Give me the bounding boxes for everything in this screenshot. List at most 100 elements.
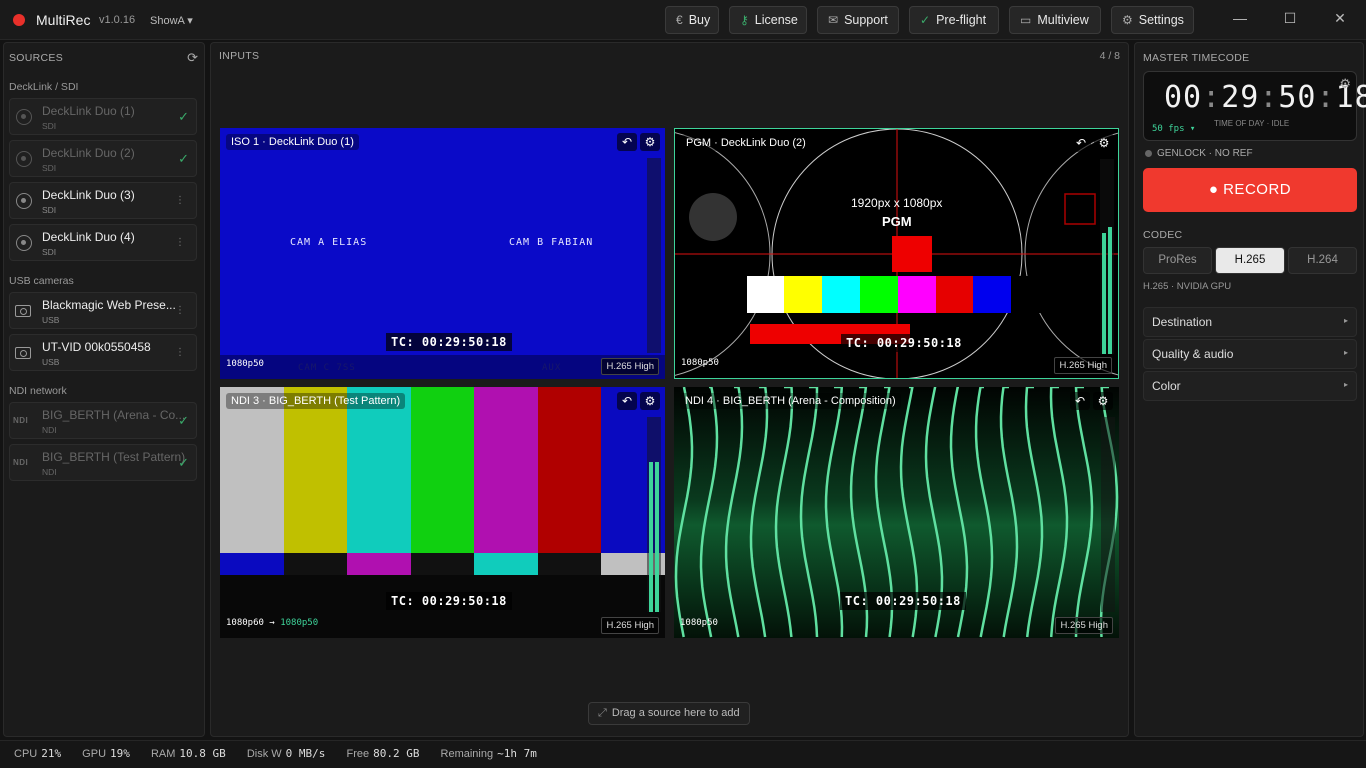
app-logo-icon (13, 14, 25, 26)
input-tile[interactable]: NDI 3 · BIG_BERTH (Test Pattern) ↶ ⚙ TC:… (220, 387, 665, 638)
input-tile[interactable]: 1920px x 1080px PGM PGM · DeckLink Duo (… (674, 128, 1119, 379)
source-item[interactable]: NDI BIG_BERTH (Arena - Co... NDI ✓ (9, 402, 197, 439)
chevron-right-icon: ▸ (1343, 348, 1348, 357)
source-type: USB (42, 315, 60, 325)
inputs-title: INPUTS (219, 50, 260, 62)
source-item[interactable]: NDI BIG_BERTH (Test Pattern) NDI ✓ (9, 444, 197, 481)
monitor-icon: ▭ (1020, 13, 1032, 27)
free-label: Free (346, 748, 370, 760)
source-name: DeckLink Duo (3) (42, 188, 135, 202)
gear-icon[interactable]: ⚙ (1339, 76, 1351, 92)
gear-icon[interactable]: ⚙ (1094, 134, 1114, 152)
close-icon[interactable]: ✕ (1330, 10, 1350, 27)
license-button[interactable]: ⚷ License (729, 6, 807, 34)
source-name: UT-VID 00k0550458 (42, 340, 151, 354)
audio-meter (1100, 159, 1114, 354)
settings-button[interactable]: ⚙ Settings (1111, 6, 1194, 34)
drop-hint[interactable]: ⤢ Drag a source here to add (588, 702, 750, 725)
input-tile[interactable]: CAM A ELIAS CAM B FABIAN CAM C 7SS AUX I… (220, 128, 665, 379)
timecode-overlay: TC: 00:29:50:18 (841, 334, 967, 352)
source-item[interactable]: Blackmagic Web Prese... USB ⋮ (9, 292, 197, 329)
more-icon[interactable]: ⋮ (175, 347, 185, 358)
codec-h265-button[interactable]: H.265 (1215, 247, 1285, 274)
remaining-label: Remaining (440, 748, 494, 760)
reset-icon[interactable]: ↶ (617, 133, 637, 151)
source-type: SDI (42, 163, 57, 173)
format-label: 1080p50 (681, 358, 719, 368)
control-panel: MASTER TIMECODE 00:29:50:18 50 fps ▾ TIM… (1134, 42, 1366, 737)
source-item[interactable]: UT-VID 00k0550458 USB ⋮ (9, 334, 197, 371)
more-icon[interactable]: ⋮ (175, 305, 185, 316)
timecode-display: 00:29:50:18 50 fps ▾ TIME OF DAY · IDLE … (1143, 71, 1366, 141)
audio-meter (1101, 417, 1115, 612)
multiview-button[interactable]: ▭ Multiview (1009, 6, 1101, 34)
sources-panel: SOURCES ⟳ DeckLink / SDI DeckLink Duo (1… (3, 42, 205, 737)
minimize-icon[interactable]: — (1230, 10, 1250, 26)
source-item[interactable]: DeckLink Duo (4) SDI ⋮ (9, 224, 197, 261)
reset-icon[interactable]: ↶ (1070, 392, 1090, 410)
record-button[interactable]: ● RECORD (1143, 168, 1357, 212)
preflight-button[interactable]: ✓ Pre-flight (909, 6, 999, 34)
source-item[interactable]: DeckLink Duo (2) SDI ✓ (9, 140, 197, 177)
codec-title: CODEC (1143, 229, 1183, 241)
free-value: 80.2 GB (373, 747, 420, 760)
disk-value: 0 MB/s (285, 747, 326, 760)
gear-icon[interactable]: ⚙ (1093, 392, 1113, 410)
ram-value: 10.8 GB (179, 747, 226, 760)
tile-label: NDI 4 · BIG_BERTH (Arena - Composition) (680, 393, 901, 409)
reset-icon[interactable]: ↶ (617, 392, 637, 410)
show-selector[interactable]: ShowA ▾ (150, 14, 193, 27)
destination-section[interactable]: Destination ▸ (1143, 307, 1357, 337)
codec-prores-button[interactable]: ProRes (1143, 247, 1212, 274)
support-button[interactable]: ✉ Support (817, 6, 899, 34)
chevron-right-icon: ▸ (1343, 380, 1348, 389)
inputs-panel: INPUTS 4 / 8 CAM A ELIAS CAM B FABIAN CA… (210, 42, 1129, 737)
color-bars-row2 (220, 553, 665, 575)
audio-meter (647, 158, 661, 353)
reset-icon[interactable]: ↶ (1071, 134, 1091, 152)
quality-audio-section[interactable]: Quality & audio ▸ (1143, 339, 1357, 369)
source-item[interactable]: DeckLink Duo (1) SDI ✓ (9, 98, 197, 135)
meter-right (655, 461, 659, 612)
color-section[interactable]: Color ▸ (1143, 371, 1357, 401)
source-type: SDI (42, 205, 57, 215)
genlock-status-icon (1145, 150, 1152, 157)
group-usb-label: USB cameras (9, 275, 74, 287)
format-label: 1080p60 → 1080p50 (226, 618, 319, 628)
cpu-label: CPU (14, 748, 38, 760)
sdi-icon (16, 235, 32, 251)
refresh-icon[interactable]: ⟳ (187, 50, 198, 66)
in-use-check-icon: ✓ (178, 413, 189, 428)
codec-badge: H.265 High (1054, 357, 1112, 374)
source-type: SDI (42, 247, 57, 257)
mail-icon: ✉ (828, 13, 839, 27)
camera-icon (15, 347, 31, 359)
maximize-icon[interactable]: ☐ (1280, 10, 1300, 27)
tile-label: ISO 1 · DeckLink Duo (1) (226, 134, 359, 150)
color-bars (220, 387, 665, 553)
gear-icon[interactable]: ⚙ (640, 133, 660, 151)
key-icon: ⚷ (740, 13, 749, 27)
codec-badge: H.265 High (1055, 617, 1113, 634)
input-tile[interactable]: NDI 4 · BIG_BERTH (Arena - Composition) … (674, 387, 1119, 638)
meter-right (1108, 227, 1112, 354)
overlay-cam-a: CAM A ELIAS (290, 237, 368, 248)
source-type: USB (42, 357, 60, 367)
gear-icon[interactable]: ⚙ (640, 392, 660, 410)
more-icon[interactable]: ⋮ (175, 237, 185, 248)
meter-left (649, 461, 653, 612)
codec-h264-button[interactable]: H.264 (1288, 247, 1357, 274)
check-icon: ✓ (920, 13, 931, 27)
source-type: NDI (42, 467, 57, 477)
more-icon[interactable]: ⋮ (175, 195, 185, 206)
remaining-value: ~1h 7m (497, 747, 537, 760)
timecode-overlay: TC: 00:29:50:18 (386, 592, 512, 610)
timecode-overlay: TC: 00:29:50:18 (386, 333, 512, 351)
source-item[interactable]: DeckLink Duo (3) SDI ⋮ (9, 182, 197, 219)
gpu-value: 19% (110, 747, 130, 760)
ndi-icon: NDI (13, 458, 29, 467)
sdi-icon (16, 151, 32, 167)
codec-badge: H.265 High (601, 617, 659, 634)
fps-selector[interactable]: 50 fps ▾ (1152, 124, 1195, 134)
buy-button[interactable]: € Buy (665, 6, 719, 34)
